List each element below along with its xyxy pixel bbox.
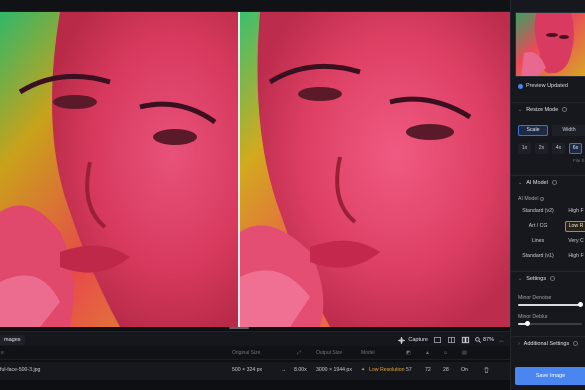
ai-model-label-text: AI Model — [518, 196, 539, 202]
portrait-image-original — [0, 12, 238, 327]
model-standard-v1-button[interactable]: Standard (v1) — [518, 251, 558, 262]
chevron-down-icon: ⌄ — [518, 179, 523, 186]
warning-icon: ✦ — [361, 367, 366, 373]
minor-denoise-slider[interactable] — [518, 302, 583, 307]
scale-2x-button[interactable]: 2x — [535, 143, 548, 154]
minor-denoise-knob[interactable] — [577, 302, 583, 307]
top-bar — [0, 0, 510, 12]
image-viewer[interactable] — [0, 12, 510, 327]
minor-deblur-slider[interactable] — [518, 321, 582, 326]
additional-settings-title: Additional Settings — [523, 340, 570, 347]
chevron-down-icon: ⌄ — [518, 106, 523, 113]
thumbnail-image — [516, 13, 585, 76]
model-low-resolution-button[interactable]: Low R — [565, 221, 585, 232]
face-value: 28 — [443, 367, 449, 373]
model-standard-v2-button[interactable]: Standard (v2) — [518, 206, 558, 217]
preview-image-pane[interactable] — [240, 12, 510, 327]
info-icon[interactable] — [562, 107, 568, 112]
scale-6x-button[interactable]: 6x — [569, 143, 582, 154]
settings-sidebar: Preview Updated ⌄ Resize Mode Scale Widt… — [510, 0, 585, 390]
arrow-icon: → — [281, 367, 287, 373]
info-icon[interactable] — [540, 197, 545, 201]
face-recovery-value: On — [461, 367, 468, 373]
ai-model-section-header[interactable]: ⌄ AI Model — [511, 175, 585, 189]
minor-denoise-fill — [518, 304, 581, 306]
preview-status: Preview Updated — [518, 83, 568, 89]
trash-icon[interactable] — [484, 367, 489, 375]
images-tab[interactable]: mages — [0, 335, 25, 345]
resize-mode-title: Resize Mode — [526, 106, 559, 113]
file-size-hint: File S — [573, 158, 585, 163]
model-value: Low Resolution — [369, 367, 405, 373]
sharpen-value: 72 — [425, 367, 431, 373]
resize-mode-section-header[interactable]: ⌄ Resize Mode — [511, 102, 585, 116]
check-circle-icon — [518, 83, 523, 89]
save-image-button[interactable]: Save Image — [515, 367, 585, 385]
face-col-icon: ☺ — [443, 350, 449, 356]
sharpen-col-icon: ▲ — [425, 350, 430, 356]
preview-status-label: Preview Updated — [526, 83, 568, 89]
layers-col-icon: ▤ — [462, 350, 467, 356]
capture-button[interactable]: Capture — [398, 336, 428, 344]
single-view-icon — [433, 337, 441, 343]
model-high-fidelity-button[interactable]: High F — [566, 206, 585, 217]
split-view-button[interactable] — [447, 336, 456, 344]
expand-icon: ⤢ — [297, 350, 302, 356]
settings-title: Settings — [526, 275, 547, 282]
bottom-toolbar: mages Capture 87% ︿ — [0, 331, 510, 346]
settings-section-header[interactable]: ⌄ Settings — [511, 271, 585, 285]
width-mode-button[interactable]: Width — [552, 125, 585, 136]
zoom-icon — [475, 337, 481, 343]
info-icon[interactable] — [551, 180, 557, 185]
zoom-level: 87% — [482, 337, 494, 343]
crosshair-icon — [398, 336, 406, 344]
additional-settings-section-header[interactable]: › Additional Settings — [511, 336, 585, 350]
denoise-value: 57 — [406, 367, 412, 373]
zoom-control[interactable]: 87% — [475, 337, 494, 343]
single-view-button[interactable] — [433, 336, 442, 344]
col-original-size-header[interactable]: Original Size — [232, 350, 260, 356]
chevron-down-icon: ⌄ — [518, 275, 523, 282]
col-name-header[interactable]: e — [1, 350, 4, 356]
chevron-up-icon[interactable]: ︿ — [499, 337, 504, 344]
denoise-col-icon: ◩ — [406, 350, 411, 356]
model-lines-button[interactable]: Lines — [518, 236, 558, 247]
model-very-compressed-button[interactable]: Very C — [566, 236, 585, 247]
image-table-header: e Original Size ⤢ Output Size Model ◩ ▲ … — [0, 346, 510, 360]
col-model-header[interactable]: Model — [361, 350, 375, 356]
scale-1x-button[interactable]: 1x — [518, 143, 531, 154]
original-size-value: 500 × 324 px — [232, 367, 263, 373]
scale-4x-button[interactable]: 4x — [552, 143, 565, 154]
model-art-cg-button[interactable]: Art / CG — [518, 221, 558, 232]
col-output-size-header[interactable]: Output Size — [316, 350, 342, 356]
chevron-right-icon: › — [518, 340, 520, 347]
original-image-pane[interactable] — [0, 12, 238, 327]
minor-deblur-label: Minor Deblur — [518, 314, 548, 320]
info-icon[interactable] — [550, 276, 556, 281]
portrait-image-preview — [240, 12, 510, 327]
split-view-icon — [447, 337, 455, 343]
ai-model-label: AI Model — [518, 196, 545, 202]
model-high-fidelity-v1-button[interactable]: High F — [566, 251, 585, 262]
output-size-value: 3000 × 1944 px — [316, 367, 352, 373]
preview-thumbnail[interactable] — [515, 12, 585, 77]
capture-label: Capture — [408, 337, 428, 343]
scale-value: 8.00x — [294, 367, 307, 373]
side-by-side-button[interactable] — [460, 336, 470, 344]
table-row[interactable]: ful-face-500-3.jpg 500 × 324 px → 8.00x … — [0, 362, 510, 380]
info-icon[interactable] — [573, 341, 579, 346]
side-by-side-icon — [461, 337, 469, 343]
file-name: ful-face-500-3.jpg — [0, 367, 41, 373]
panel-resize-handle[interactable] — [229, 327, 249, 329]
minor-deblur-knob[interactable] — [525, 321, 531, 326]
ai-model-title: AI Model — [526, 179, 548, 186]
minor-denoise-label: Minor Denoise — [518, 295, 552, 301]
scale-mode-button[interactable]: Scale — [518, 125, 548, 136]
